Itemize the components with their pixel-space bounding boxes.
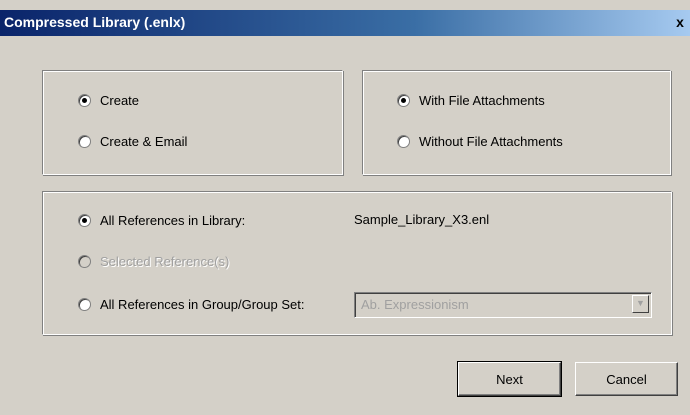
radio-create-label: Create (100, 93, 140, 108)
dialog-title: Compressed Library (.enlx) (4, 14, 186, 30)
radio-create-icon[interactable] (78, 94, 91, 107)
group-select-value: Ab. Expressionism (361, 297, 469, 312)
mode-group (42, 70, 343, 175)
radio-with-attachments-icon[interactable] (397, 94, 410, 107)
radio-with-attachments[interactable]: With File Attachments (397, 93, 545, 108)
chevron-down-icon: ▼ (632, 295, 649, 313)
library-filename: Sample_Library_X3.enl (354, 212, 490, 227)
radio-without-attachments-icon[interactable] (397, 135, 410, 148)
radio-selected-references-label: Selected Reference(s) (100, 254, 230, 269)
attachments-group (362, 70, 671, 175)
title-bar[interactable]: Compressed Library (.enlx) x (0, 10, 690, 36)
next-button[interactable]: Next (457, 361, 562, 397)
radio-create-email-icon[interactable] (78, 135, 91, 148)
radio-with-attachments-label: With File Attachments (419, 93, 545, 108)
group-select-dropdown: Ab. Expressionism ▼ (354, 292, 652, 318)
cancel-button[interactable]: Cancel (575, 362, 678, 396)
radio-all-references-icon[interactable] (78, 214, 91, 227)
radio-selected-references-icon (78, 255, 91, 268)
radio-without-attachments-label: Without File Attachments (419, 134, 563, 149)
close-icon[interactable]: x (672, 13, 688, 31)
radio-selected-references: Selected Reference(s) (78, 254, 229, 269)
radio-group-references-icon[interactable] (78, 298, 91, 311)
radio-create[interactable]: Create (78, 93, 139, 108)
radio-create-email[interactable]: Create & Email (78, 134, 187, 149)
radio-without-attachments[interactable]: Without File Attachments (397, 134, 563, 149)
radio-all-references[interactable]: All References in Library: (78, 213, 245, 228)
radio-group-references-label: All References in Group/Group Set: (100, 297, 305, 312)
compressed-library-dialog: Compressed Library (.enlx) x Create Crea… (0, 0, 690, 415)
radio-all-references-label: All References in Library: (100, 213, 246, 228)
radio-group-references[interactable]: All References in Group/Group Set: (78, 297, 305, 312)
radio-create-email-label: Create & Email (100, 134, 188, 149)
